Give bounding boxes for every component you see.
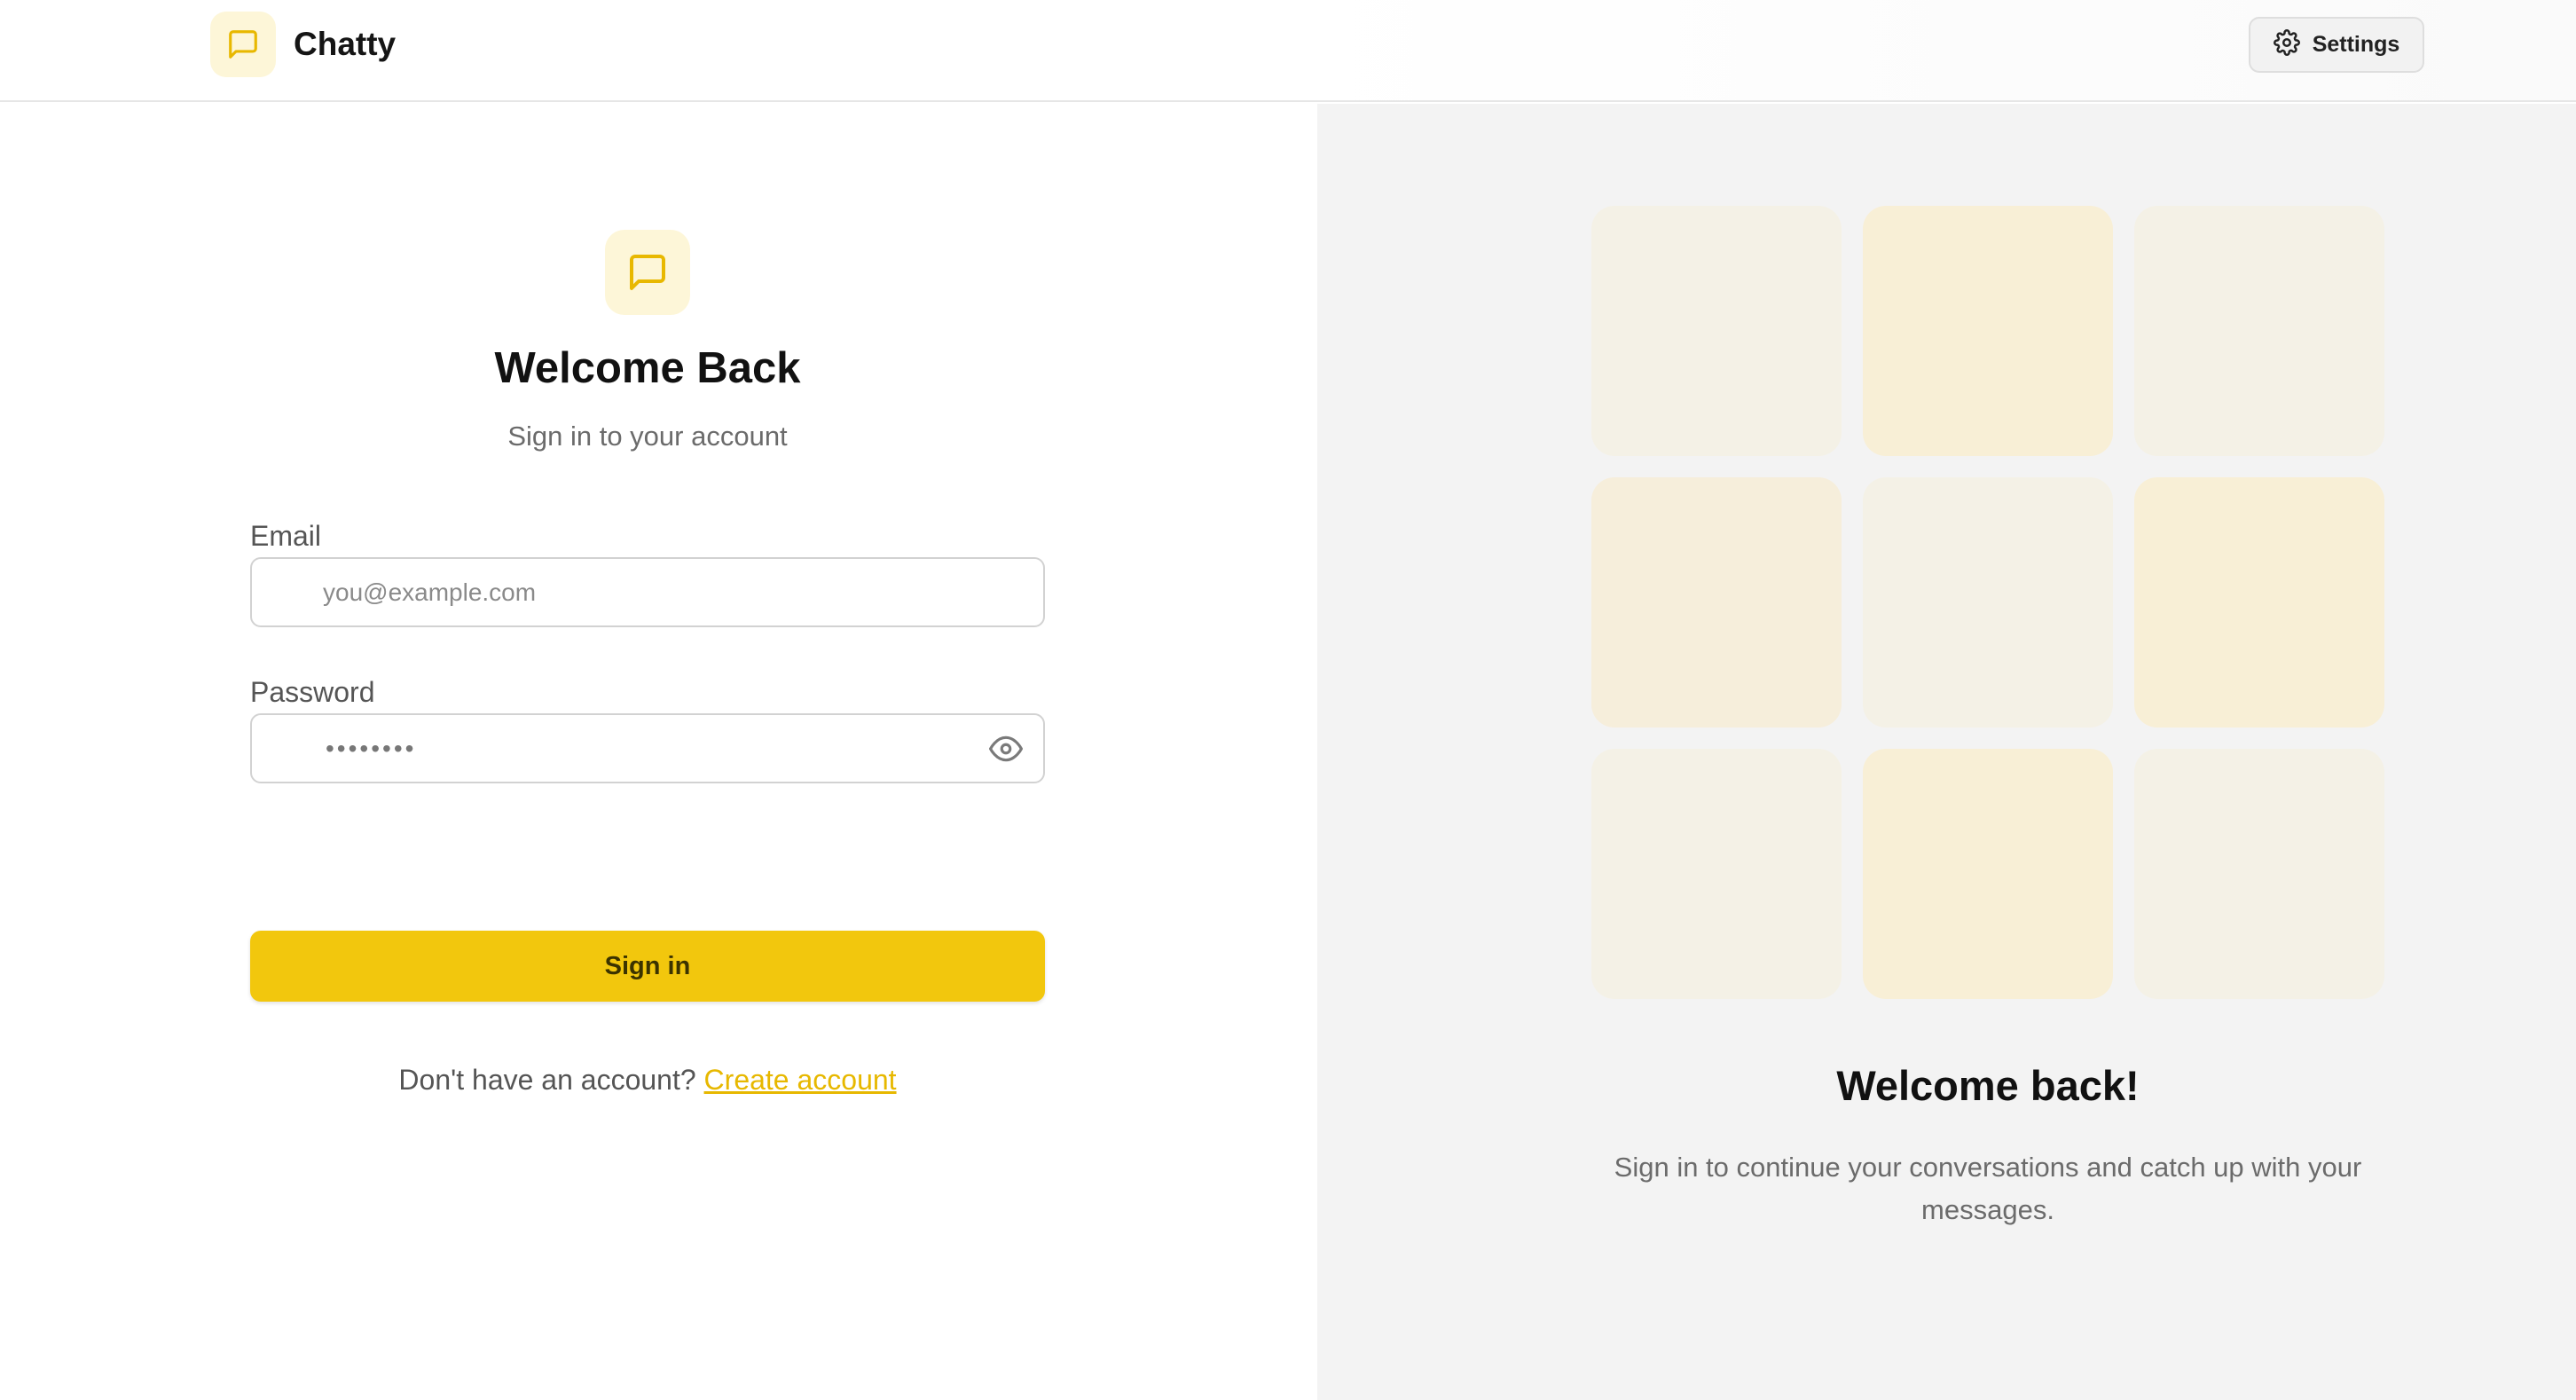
login-subtitle: Sign in to your account [507, 421, 788, 452]
decorative-tile [2134, 477, 2384, 728]
password-field-wrapper: •••••••• [250, 713, 1045, 783]
message-square-icon [605, 230, 690, 315]
signup-prompt-row: Don't have an account? Create account [250, 1064, 1045, 1097]
top-header: Chatty Settings [0, 0, 2576, 102]
decorative-tile [1863, 206, 2113, 456]
decorative-tile-grid [1591, 206, 2384, 999]
gear-icon [2273, 29, 2300, 60]
eye-icon[interactable] [988, 733, 1024, 765]
decorative-tile [1863, 477, 2113, 728]
email-label: Email [250, 520, 322, 552]
decorative-tile [2134, 749, 2384, 999]
decorative-tile [1591, 477, 1842, 728]
decorative-tile [1591, 749, 1842, 999]
app-name: Chatty [294, 26, 397, 62]
promo-description: Sign in to continue your conversations a… [1614, 1152, 2362, 1225]
settings-label: Settings [2312, 32, 2400, 57]
settings-button[interactable]: Settings [2249, 17, 2424, 73]
create-account-link[interactable]: Create account [704, 1064, 897, 1096]
decorative-tile [1863, 749, 2113, 999]
decorative-tile [2134, 206, 2384, 456]
password-label: Password [250, 676, 375, 708]
sign-in-button[interactable]: Sign in [250, 931, 1045, 1002]
message-square-icon [210, 12, 276, 77]
promo-title: Welcome back! [1836, 1062, 2140, 1109]
email-field[interactable] [250, 557, 1045, 627]
login-title: Welcome Back [494, 344, 801, 392]
decorative-tile [1591, 206, 1842, 456]
signup-prompt: Don't have an account? [398, 1064, 696, 1096]
brand[interactable]: Chatty [210, 12, 396, 77]
app-root: Chatty Settings Welcome Back Sign in to … [0, 0, 2576, 1400]
password-field[interactable]: •••••••• [250, 713, 1045, 783]
